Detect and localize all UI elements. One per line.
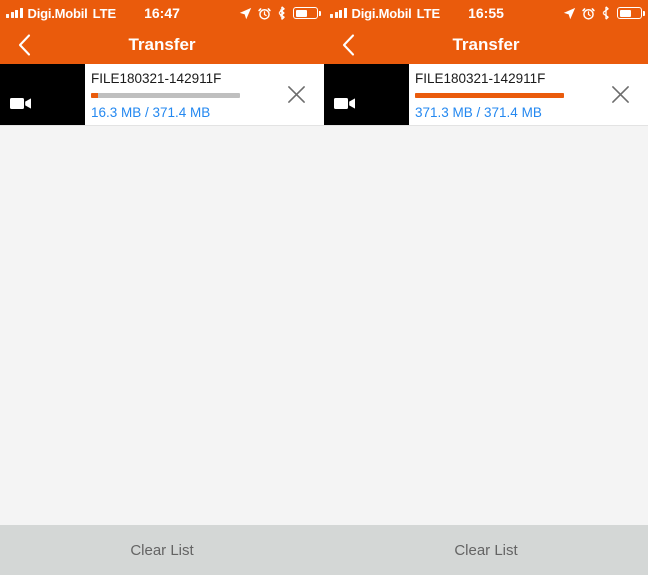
bluetooth-icon: [601, 6, 611, 20]
progress-bar-fill: [415, 93, 564, 98]
transfer-item-details: FILE180321-142911F 371.3 MB / 371.4 MB: [409, 64, 593, 125]
carrier-label: Digi.Mobil: [27, 5, 88, 21]
carrier-label: Digi.Mobil: [351, 5, 412, 21]
page-title: Transfer: [128, 35, 196, 54]
battery-icon: [293, 7, 321, 19]
progress-bar-fill: [91, 93, 98, 98]
clear-list-button-right[interactable]: Clear List: [324, 525, 648, 575]
status-bar-left: Digi.Mobil LTE: [6, 6, 116, 21]
network-type-label: LTE: [92, 5, 117, 21]
cancel-transfer-button[interactable]: [269, 64, 324, 125]
progress-bar: [91, 93, 240, 98]
transfer-item-details: FILE180321-142911F 16.3 MB / 371.4 MB: [85, 64, 269, 125]
screenshot-root: Digi.Mobil LTE 16:47 Transfer FILE180321…: [0, 0, 648, 575]
close-x-icon: [288, 86, 305, 103]
alarm-clock-icon: [258, 7, 271, 20]
transfer-list-item[interactable]: FILE180321-142911F 16.3 MB / 371.4 MB: [0, 64, 324, 126]
status-bar-right: [239, 6, 321, 20]
cancel-transfer-button[interactable]: [593, 64, 648, 125]
empty-transfer-area: [0, 126, 648, 525]
transfer-size-label: 16.3 MB / 371.4 MB: [91, 105, 211, 120]
transfer-list-item[interactable]: FILE180321-142911F 371.3 MB / 371.4 MB: [324, 64, 648, 126]
signal-bars-icon: [6, 8, 23, 18]
transfer-size-label: 371.3 MB / 371.4 MB: [415, 105, 542, 120]
progress-bar: [415, 93, 564, 98]
back-button[interactable]: [0, 26, 48, 64]
video-thumbnail: [324, 64, 409, 125]
status-bar-right: [563, 6, 645, 20]
status-bar: Digi.Mobil LTE 16:55: [324, 0, 648, 26]
phone-pane-right: Digi.Mobil LTE 16:55 Transfer FILE180321…: [324, 0, 648, 126]
phone-pane-left: Digi.Mobil LTE 16:47 Transfer FILE180321…: [0, 0, 324, 126]
bluetooth-icon: [277, 6, 287, 20]
status-bar-left: Digi.Mobil LTE: [330, 6, 440, 21]
page-title: Transfer: [452, 35, 520, 54]
location-arrow-icon: [239, 7, 252, 20]
navigation-bar: Transfer: [0, 26, 324, 64]
file-name: FILE180321-142911F: [91, 71, 222, 86]
clear-list-button-left[interactable]: Clear List: [0, 525, 324, 575]
signal-bars-icon: [330, 8, 347, 18]
alarm-clock-icon: [582, 7, 595, 20]
phone-panes: Digi.Mobil LTE 16:47 Transfer FILE180321…: [0, 0, 648, 126]
status-bar: Digi.Mobil LTE 16:47: [0, 0, 324, 26]
network-type-label: LTE: [416, 5, 441, 21]
video-thumbnail: [0, 64, 85, 125]
back-button[interactable]: [324, 26, 372, 64]
video-camera-icon: [334, 97, 356, 115]
bottom-action-bar: Clear List Clear List: [0, 525, 648, 575]
location-arrow-icon: [563, 7, 576, 20]
navigation-bar: Transfer: [324, 26, 648, 64]
file-name: FILE180321-142911F: [415, 71, 546, 86]
close-x-icon: [612, 86, 629, 103]
video-camera-icon: [10, 97, 32, 115]
battery-icon: [617, 7, 645, 19]
